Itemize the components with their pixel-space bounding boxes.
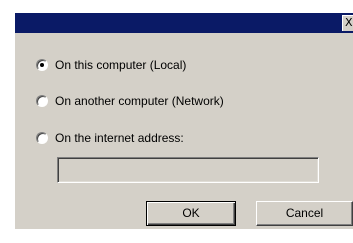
option-internet-label[interactable]: On the internet address:: [55, 131, 184, 145]
radio-selected-dot: [40, 63, 44, 67]
option-local[interactable]: On this computer (Local): [36, 57, 186, 73]
radio-internet[interactable]: [36, 132, 48, 144]
radio-local[interactable]: [36, 59, 48, 71]
option-network-label[interactable]: On another computer (Network): [55, 94, 224, 108]
option-local-label[interactable]: On this computer (Local): [55, 58, 186, 72]
option-network[interactable]: On another computer (Network): [36, 93, 224, 109]
cancel-button[interactable]: Cancel: [256, 201, 353, 226]
radio-network[interactable]: [36, 95, 48, 107]
title-bar: [15, 13, 353, 33]
connection-dialog: X On this computer (Local) On another co…: [0, 0, 353, 243]
option-internet[interactable]: On the internet address:: [36, 130, 184, 146]
ok-button[interactable]: OK: [146, 201, 236, 226]
close-icon: X: [345, 16, 353, 29]
internet-address-input[interactable]: [57, 157, 319, 183]
close-button[interactable]: X: [342, 15, 353, 31]
